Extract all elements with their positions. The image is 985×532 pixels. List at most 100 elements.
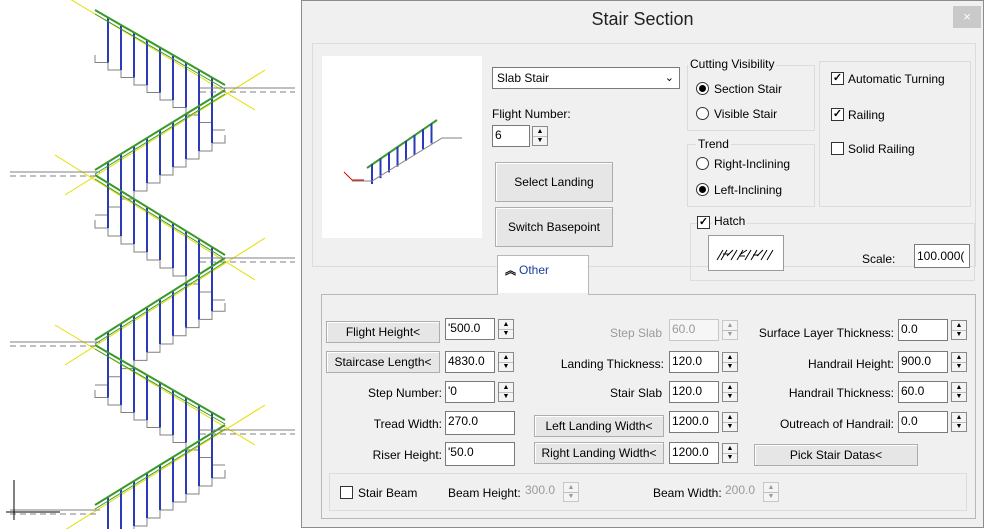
spin-down-icon[interactable]: ▼: [723, 422, 737, 431]
cad-drawing-canvas[interactable]: [0, 0, 300, 532]
preview-handrail: [366, 119, 438, 169]
spin-down-icon[interactable]: ▼: [723, 362, 737, 371]
right-inclining-radio[interactable]: [696, 157, 709, 170]
stair-slab-field[interactable]: 120.0: [669, 381, 719, 403]
visible-stair-radio[interactable]: [696, 107, 709, 120]
riser-height-field[interactable]: '50.0: [445, 442, 515, 466]
automatic-turning-label[interactable]: Automatic Turning: [848, 72, 945, 86]
handrail-height-spinner[interactable]: ▲ ▼: [951, 352, 967, 372]
step-number-field[interactable]: '0: [445, 381, 495, 403]
outreach-of-handrail-label: Outreach of Handrail:: [779, 417, 894, 431]
scale-field[interactable]: 100.000(: [914, 244, 970, 268]
close-button[interactable]: ×: [953, 6, 981, 28]
preview-axis-x: [343, 171, 353, 181]
stair-preview-icon: [343, 119, 462, 184]
right-landing-width-button[interactable]: Right Landing Width<: [534, 442, 664, 464]
beam-width-field: 200.0: [722, 480, 760, 504]
staircase-length-spinner[interactable]: ▲ ▼: [498, 352, 514, 372]
section-stair-radio[interactable]: [696, 82, 709, 95]
spin-down-icon[interactable]: ▼: [499, 329, 513, 338]
select-landing-button[interactable]: Select Landing: [495, 162, 613, 202]
hatch-checkbox[interactable]: ✓: [697, 216, 710, 229]
solid-railing-checkbox[interactable]: [831, 142, 844, 155]
tread-width-label: Tread Width:: [373, 417, 442, 431]
right-landing-width-field[interactable]: 1200.0: [669, 442, 719, 464]
section-stair-label[interactable]: Section Stair: [714, 82, 782, 96]
surface-layer-thickness-field[interactable]: 0.0: [898, 319, 948, 341]
left-inclining-radio[interactable]: [696, 183, 709, 196]
trend-title: Trend: [696, 137, 731, 151]
left-landing-width-spinner[interactable]: ▲ ▼: [722, 412, 738, 432]
landing-thickness-field[interactable]: 120.0: [669, 351, 719, 373]
hatch-pattern-button[interactable]: [708, 235, 784, 271]
stair-section-drawing: [6, 0, 295, 532]
cutting-visibility-group: [687, 65, 815, 131]
stair-slab-spinner[interactable]: ▲ ▼: [722, 382, 738, 402]
pick-stair-datas-button[interactable]: Pick Stair Datas<: [754, 444, 918, 466]
left-landing-width-button[interactable]: Left Landing Width<: [534, 415, 664, 437]
beam-width-label: Beam Width:: [653, 486, 722, 500]
left-landing-width-field[interactable]: 1200.0: [669, 411, 719, 433]
step-slab-field: 60.0: [669, 319, 719, 341]
spin-down-icon[interactable]: ▼: [499, 392, 513, 401]
spin-down-icon[interactable]: ▼: [723, 392, 737, 401]
staircase-length-field[interactable]: 4830.0: [445, 351, 495, 373]
guide-line: [54, 154, 256, 281]
flight-height-spinner[interactable]: ▲ ▼: [498, 319, 514, 339]
surface-layer-thickness-label: Surface Layer Thickness:: [758, 326, 894, 340]
spin-down-icon[interactable]: ▼: [952, 392, 966, 401]
chevron-down-icon: ⌄: [664, 72, 674, 84]
surface-layer-thickness-spinner[interactable]: ▲ ▼: [951, 320, 967, 340]
solid-railing-label[interactable]: Solid Railing: [848, 142, 915, 156]
handrail-height-field[interactable]: 900.0: [898, 351, 948, 373]
spin-down-icon[interactable]: ▼: [723, 453, 737, 462]
spin-down-icon: ▼: [726, 331, 734, 338]
beam-width-spinner: ▲ ▼: [763, 482, 779, 502]
dialog-titlebar[interactable]: Stair Section ×: [302, 1, 983, 37]
tab-other-label: Other: [519, 263, 550, 277]
outreach-of-handrail-spinner[interactable]: ▲ ▼: [951, 412, 967, 432]
step-number-spinner[interactable]: ▲ ▼: [498, 382, 514, 402]
spin-down-icon[interactable]: ▼: [533, 136, 547, 145]
stair-type-value: Slab Stair: [497, 71, 550, 85]
spin-down-icon[interactable]: ▼: [499, 362, 513, 371]
visible-stair-label[interactable]: Visible Stair: [714, 107, 777, 121]
staircase-length-button[interactable]: Staircase Length<: [326, 351, 440, 373]
beam-height-field: 300.0: [522, 480, 560, 504]
stair-preview: [322, 56, 482, 238]
tab-other[interactable]: ︽ Other: [497, 255, 589, 295]
automatic-turning-checkbox[interactable]: ✓: [831, 72, 844, 85]
stair-beam-checkbox[interactable]: [340, 486, 353, 499]
right-landing-width-spinner[interactable]: ▲ ▼: [722, 443, 738, 463]
spin-down-icon[interactable]: ▼: [952, 422, 966, 431]
handrail-thickness-spinner[interactable]: ▲ ▼: [951, 382, 967, 402]
outreach-of-handrail-field[interactable]: 0.0: [898, 411, 948, 433]
switch-basepoint-button[interactable]: Switch Basepoint: [495, 207, 613, 247]
step-number-label: Step Number:: [367, 386, 442, 400]
spin-down-icon[interactable]: ▼: [952, 362, 966, 371]
tread-width-field[interactable]: 270.0: [445, 411, 515, 435]
scale-label: Scale:: [862, 252, 896, 266]
railing-checkbox[interactable]: ✓: [831, 108, 844, 121]
beam-group: [329, 473, 967, 511]
right-inclining-label[interactable]: Right-Inclining: [714, 157, 790, 171]
flight-number-spinner[interactable]: ▲ ▼: [532, 126, 548, 146]
stair-type-select[interactable]: Slab Stair ⌄: [492, 67, 680, 89]
spin-down-icon[interactable]: ▼: [952, 330, 966, 339]
cutting-visibility-title: Cutting Visibility: [688, 57, 777, 71]
flight-height-field[interactable]: '500.0: [445, 318, 495, 340]
dialog-title: Stair Section: [591, 9, 694, 29]
railing-label[interactable]: Railing: [848, 108, 885, 122]
left-inclining-label[interactable]: Left-Inclining: [714, 183, 782, 197]
handrail-thickness-label: Handrail Thickness:: [788, 386, 894, 400]
handrail-thickness-field[interactable]: 60.0: [898, 381, 948, 403]
beam-height-spinner: ▲ ▼: [563, 482, 579, 502]
riser-height-label: Riser Height:: [372, 448, 442, 462]
flight-number-field[interactable]: 6: [492, 125, 530, 147]
landing-thickness-spinner[interactable]: ▲ ▼: [722, 352, 738, 372]
hatch-label[interactable]: Hatch: [712, 214, 748, 228]
guide-line: [70, 0, 256, 111]
flight-number-label: Flight Number:: [492, 107, 571, 121]
flight-height-button[interactable]: Flight Height<: [326, 321, 440, 343]
stair-beam-label[interactable]: Stair Beam: [358, 486, 417, 500]
